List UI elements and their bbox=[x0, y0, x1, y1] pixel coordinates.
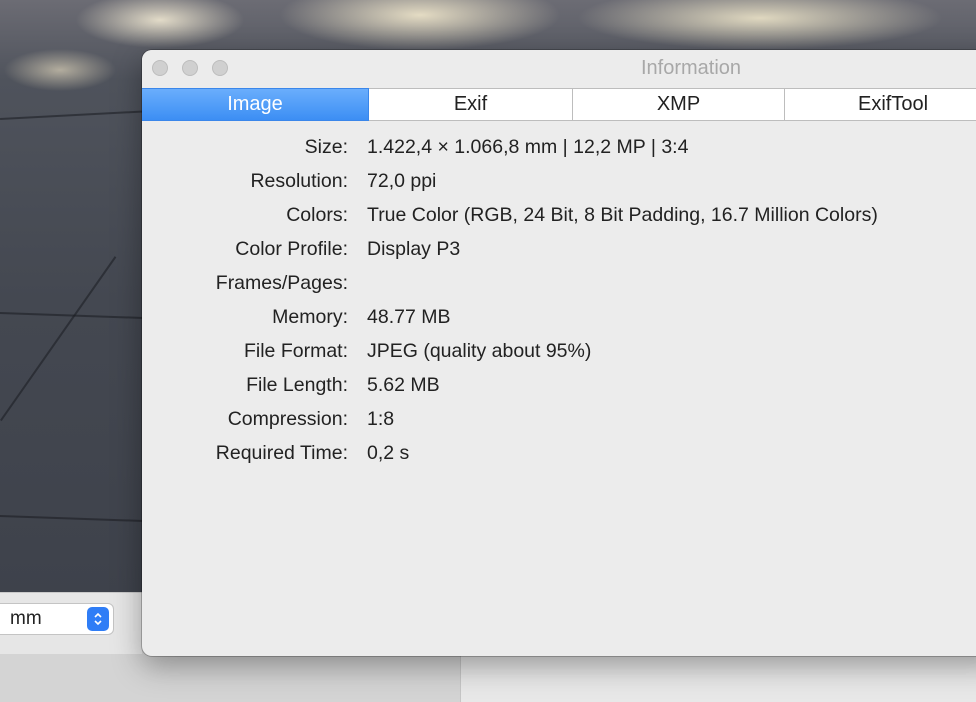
info-label: Resolution: bbox=[250, 169, 348, 192]
info-label: Memory: bbox=[272, 305, 348, 328]
info-row-colors: Colors: True Color (RGB, 24 Bit, 8 Bit P… bbox=[142, 198, 976, 232]
tab-xmp[interactable]: XMP bbox=[573, 88, 785, 121]
info-label: File Length: bbox=[246, 373, 348, 396]
information-window: Information Image Exif XMP ExifTool Size… bbox=[142, 50, 976, 656]
info-value: JPEG (quality about 95%) bbox=[367, 339, 592, 362]
stepper-chevrons-icon bbox=[87, 607, 109, 631]
info-row-compression: Compression: 1:8 bbox=[142, 402, 976, 436]
info-value: 0,2 s bbox=[367, 441, 410, 464]
tab-bar: Image Exif XMP ExifTool bbox=[142, 88, 976, 121]
info-row-size: Size: 1.422,4 × 1.066,8 mm | 12,2 MP | 3… bbox=[142, 130, 976, 164]
info-row-file-format: File Format: JPEG (quality about 95%) bbox=[142, 334, 976, 368]
info-row-memory: Memory: 48.77 MB bbox=[142, 300, 976, 334]
info-row-file-length: File Length: 5.62 MB bbox=[142, 368, 976, 402]
unit-popup-button[interactable]: mm bbox=[0, 603, 114, 635]
lower-pane-left bbox=[0, 654, 460, 702]
info-value: 1.422,4 × 1.066,8 mm | 12,2 MP | 3:4 bbox=[367, 135, 689, 158]
tab-exif[interactable]: Exif bbox=[369, 88, 573, 121]
title-bar[interactable]: Information bbox=[142, 50, 976, 88]
info-value: Display P3 bbox=[367, 237, 461, 260]
pavement-joint bbox=[0, 515, 150, 523]
info-row-resolution: Resolution: 72,0 ppi bbox=[142, 164, 976, 198]
info-value: 48.77 MB bbox=[367, 305, 451, 328]
info-label: Size: bbox=[304, 135, 348, 158]
info-row-frames-pages: Frames/Pages: bbox=[142, 266, 976, 300]
info-value: 5.62 MB bbox=[367, 373, 440, 396]
tab-image[interactable]: Image bbox=[142, 88, 369, 121]
info-label: Colors: bbox=[286, 203, 348, 226]
unit-select-value: mm bbox=[10, 608, 42, 629]
info-label: Color Profile: bbox=[235, 237, 348, 260]
info-label: File Format: bbox=[243, 339, 348, 362]
info-label: Required Time: bbox=[215, 441, 348, 464]
pavement-joint bbox=[0, 110, 150, 120]
info-label: Frames/Pages: bbox=[215, 271, 348, 294]
info-list: Size: 1.422,4 × 1.066,8 mm | 12,2 MP | 3… bbox=[142, 130, 976, 470]
info-row-required-time: Required Time: 0,2 s bbox=[142, 436, 976, 470]
tab-exiftool[interactable]: ExifTool bbox=[785, 88, 976, 121]
info-label: Compression: bbox=[227, 407, 348, 430]
lower-pane-right bbox=[460, 654, 976, 702]
pavement-joint bbox=[0, 256, 117, 422]
window-title: Information bbox=[640, 57, 742, 79]
info-value: 72,0 ppi bbox=[367, 169, 437, 192]
info-row-color-profile: Color Profile: Display P3 bbox=[142, 232, 976, 266]
info-value: True Color (RGB, 24 Bit, 8 Bit Padding, … bbox=[367, 203, 878, 226]
info-value: 1:8 bbox=[367, 407, 395, 430]
